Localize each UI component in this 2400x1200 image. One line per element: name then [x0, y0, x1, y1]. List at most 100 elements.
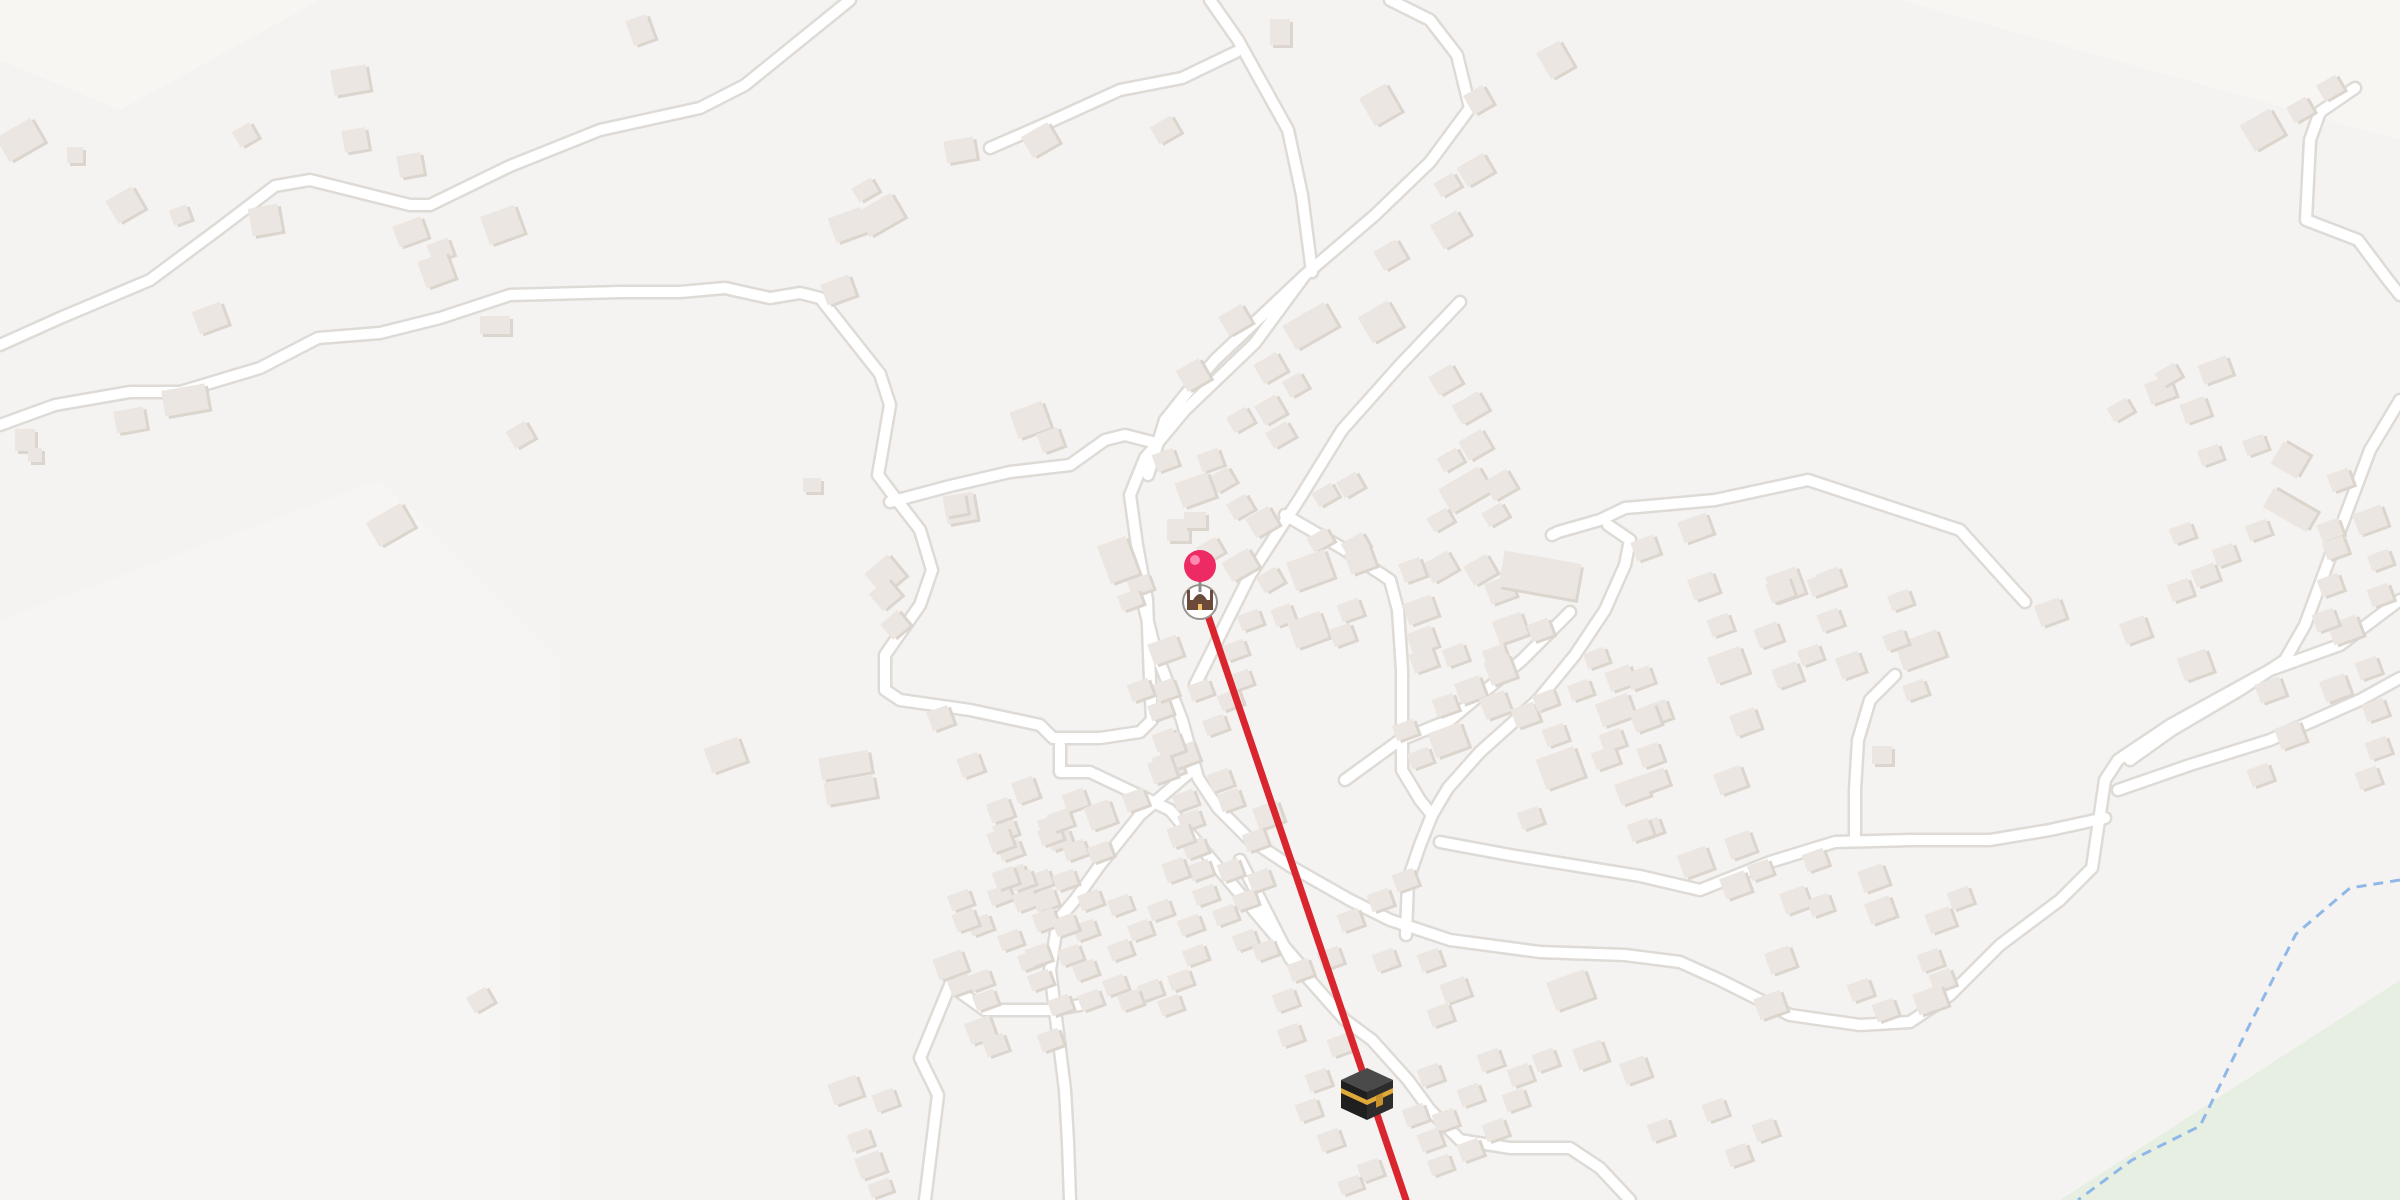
building [113, 406, 151, 436]
building [2168, 521, 2199, 547]
building [956, 751, 988, 780]
building [1636, 741, 1668, 770]
building [1281, 372, 1313, 399]
building [1924, 906, 1960, 936]
building [1373, 238, 1411, 273]
building [1536, 40, 1578, 81]
building [1146, 898, 1177, 924]
building [1225, 406, 1259, 435]
building [1282, 301, 1342, 352]
building [1428, 363, 1466, 398]
building [871, 1087, 903, 1115]
building [2262, 486, 2322, 533]
building [479, 204, 528, 248]
building [2354, 655, 2386, 683]
map-canvas[interactable] [0, 0, 2400, 1200]
building [1706, 612, 1738, 640]
building [1729, 707, 1765, 739]
building [396, 152, 428, 181]
building [2366, 548, 2397, 574]
building [1106, 893, 1137, 919]
building [1294, 1097, 1326, 1125]
building [1276, 1022, 1308, 1050]
building [1516, 805, 1548, 833]
building [505, 420, 539, 451]
building [1441, 642, 1473, 670]
building [1286, 549, 1338, 593]
road-casing [1432, 810, 2113, 898]
building [1594, 692, 1639, 729]
building [2179, 396, 2215, 426]
building [330, 64, 374, 99]
building [827, 1074, 867, 1108]
building [2241, 433, 2272, 459]
building [1864, 895, 1900, 927]
building [1816, 607, 1848, 635]
building [1619, 1055, 1655, 1087]
red-pin-icon[interactable] [1184, 550, 1216, 592]
building [1724, 830, 1760, 862]
building [2196, 443, 2227, 469]
building [1438, 466, 1497, 515]
building [1491, 611, 1533, 647]
building [1872, 746, 1895, 767]
building [2270, 440, 2314, 479]
building [1846, 977, 1878, 1005]
building [1531, 1047, 1563, 1075]
building [105, 186, 149, 225]
building [1398, 556, 1430, 585]
building [1161, 856, 1193, 885]
building [1191, 883, 1222, 909]
map-view[interactable] [0, 0, 2400, 1200]
building [1422, 550, 1462, 585]
building [231, 122, 263, 149]
building [1402, 594, 1442, 628]
building [1166, 968, 1197, 994]
building [1753, 621, 1787, 651]
building [2106, 397, 2138, 424]
building [480, 316, 513, 337]
building [1371, 947, 1403, 975]
building [2244, 518, 2275, 544]
park-area [2060, 980, 2400, 1200]
building [1481, 502, 1513, 529]
building [2034, 597, 2070, 629]
building [942, 493, 972, 520]
building [1181, 943, 1212, 969]
building [28, 448, 45, 465]
building [1106, 938, 1137, 964]
building [1149, 115, 1185, 146]
building [1328, 622, 1360, 650]
building [1713, 764, 1751, 797]
building [1701, 1097, 1733, 1125]
building [996, 928, 1027, 954]
building [846, 1127, 878, 1155]
kaaba-icon[interactable] [1341, 1068, 1393, 1120]
building [803, 478, 824, 495]
building [1724, 1142, 1756, 1170]
building [1126, 918, 1157, 944]
building [191, 301, 233, 337]
building [1501, 1087, 1533, 1115]
building [1687, 571, 1723, 603]
building [1646, 1117, 1678, 1145]
building [867, 1177, 897, 1200]
building [2197, 355, 2237, 387]
building [1304, 1067, 1336, 1095]
building [1271, 987, 1303, 1015]
building [1184, 512, 1209, 531]
building [1456, 152, 1498, 189]
building [168, 204, 196, 228]
building [1236, 608, 1267, 634]
building [1433, 172, 1465, 199]
building [2354, 765, 2386, 793]
building [2176, 648, 2218, 684]
building [854, 1150, 890, 1182]
building [1806, 892, 1838, 920]
building [1546, 969, 1598, 1013]
building [1535, 746, 1589, 792]
building [247, 203, 286, 239]
building [2352, 504, 2392, 538]
building [1439, 976, 1475, 1006]
building [0, 117, 49, 164]
